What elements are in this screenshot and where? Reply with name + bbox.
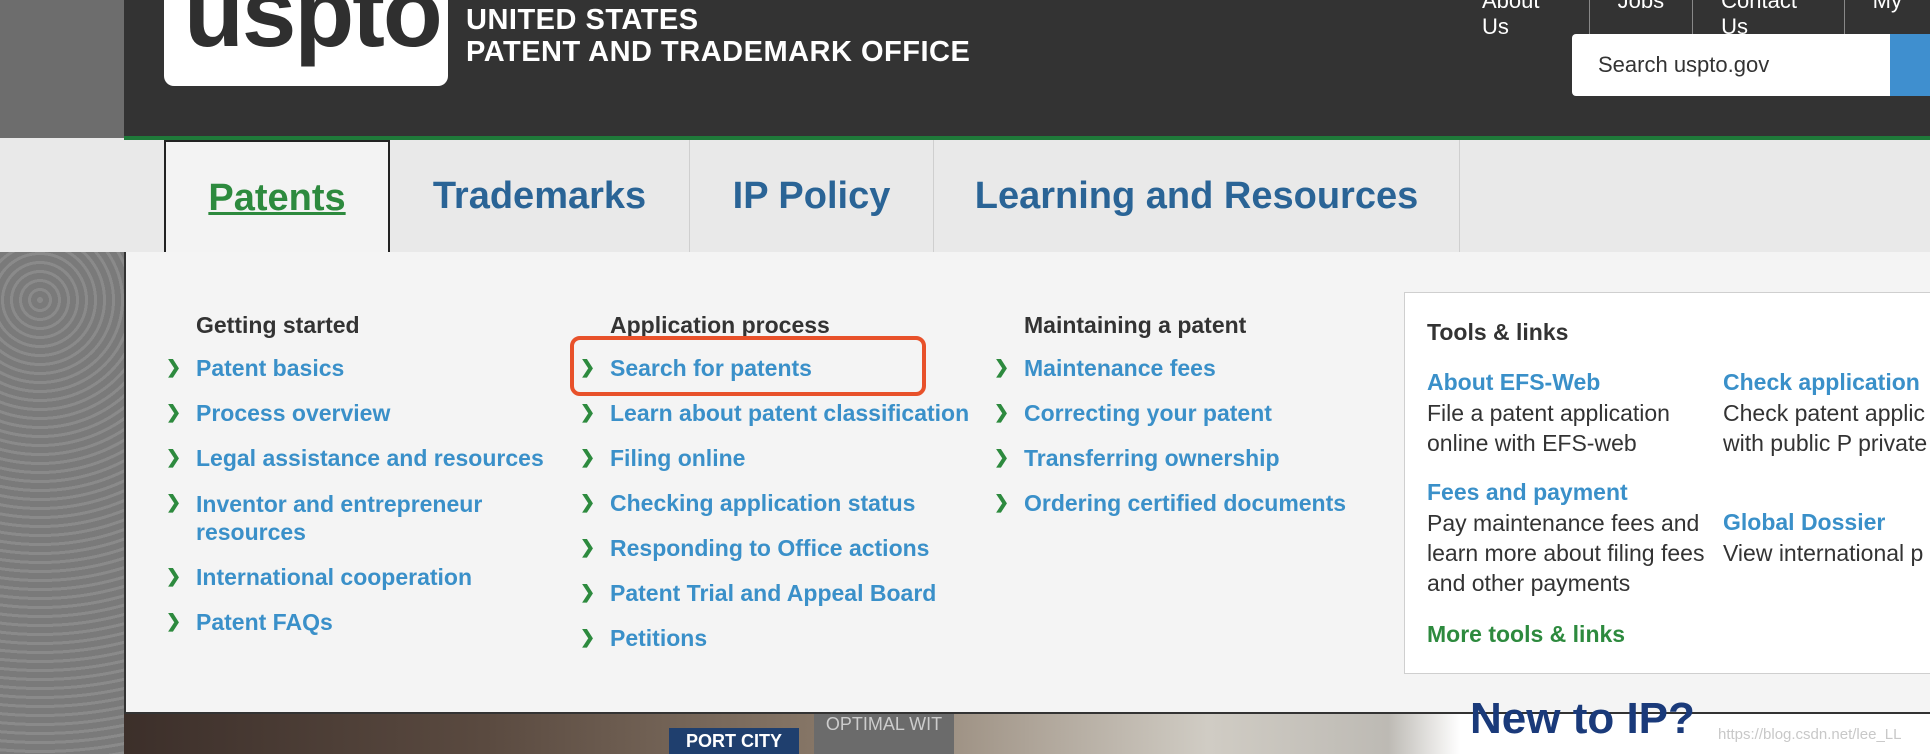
tab-learning-resources[interactable]: Learning and Resources [934, 140, 1460, 252]
chevron-right-icon: ❯ [580, 627, 596, 647]
background-sign: PORT CITY [669, 728, 799, 754]
search-input[interactable]: Search uspto.gov [1572, 34, 1892, 96]
tool-item: Fees and payment Pay maintenance fees an… [1427, 479, 1717, 598]
search-button[interactable] [1890, 34, 1930, 96]
column-title: Application process [610, 312, 830, 338]
tool-link[interactable]: About EFS-Web [1427, 369, 1717, 396]
tool-description: View international p filings [1723, 540, 1930, 566]
menu-link[interactable]: ❯ International cooperation [166, 564, 544, 591]
menu-link[interactable]: ❯ Process overview [166, 400, 544, 427]
tool-link[interactable]: Global Dossier [1723, 509, 1930, 536]
menu-link[interactable]: ❯ Responding to Office actions [580, 535, 969, 562]
menu-link[interactable]: ❯ Patent Trial and Appeal Board [580, 580, 969, 607]
tool-description: Pay maintenance fees and learn more abou… [1427, 510, 1705, 596]
tool-item: Global Dossier View international p fili… [1723, 509, 1930, 568]
chevron-right-icon: ❯ [580, 402, 596, 422]
chevron-right-icon: ❯ [580, 537, 596, 557]
uspto-logo[interactable]: uspto [164, 0, 448, 86]
menu-link[interactable]: ❯ Legal assistance and resources [166, 445, 544, 472]
chevron-right-icon: ❯ [166, 611, 182, 631]
site-header: uspto UNITED STATES PATENT AND TRADEMARK… [124, 0, 1930, 140]
menu-link[interactable]: ❯ Correcting your patent [994, 400, 1346, 427]
tools-links-box: Tools & links About EFS-Web File a paten… [1404, 292, 1930, 674]
util-link-about[interactable]: About Us [1454, 0, 1589, 40]
tool-item: About EFS-Web File a patent application … [1427, 369, 1717, 458]
menu-column-getting-started: Getting started ❯ Patent basics ❯ Process … [166, 312, 544, 654]
tools-title: Tools & links [1427, 319, 1569, 345]
new-to-ip-banner[interactable]: New to IP? [1470, 694, 1695, 744]
tool-item: Check application Check patent applic st… [1723, 369, 1930, 458]
column-title: Getting started [196, 312, 360, 338]
menu-link[interactable]: ❯ Patent basics [166, 355, 544, 382]
menu-link[interactable]: ❯ Patent FAQs [166, 609, 544, 636]
tab-trademarks[interactable]: Trademarks [390, 140, 690, 252]
chevron-right-icon: ❯ [994, 447, 1010, 467]
main-nav-tabs: Patents Trademarks IP Policy Learning an… [124, 140, 1930, 254]
chevron-right-icon: ❯ [166, 566, 182, 586]
chevron-right-icon: ❯ [580, 447, 596, 467]
menu-link[interactable]: ❯ Maintenance fees [994, 355, 1346, 382]
menu-column-maintaining: Maintaining a patent ❯ Maintenance fees ❯… [994, 312, 1346, 535]
background-sign-2: OPTIMAL WIT [814, 714, 954, 754]
background-left-top [0, 0, 124, 138]
tool-link[interactable]: Check application [1723, 369, 1930, 396]
chevron-right-icon: ❯ [166, 447, 182, 467]
chevron-right-icon: ❯ [994, 402, 1010, 422]
tool-description: File a patent application online with EF… [1427, 400, 1670, 456]
chevron-right-icon: ❯ [166, 492, 182, 512]
menu-link[interactable]: ❯ Inventor and entrepreneur resources [166, 490, 526, 546]
chevron-right-icon: ❯ [994, 357, 1010, 377]
menu-link[interactable]: ❯ Learn about patent classification [580, 400, 969, 427]
org-line1: UNITED STATES [466, 4, 699, 36]
tab-ip-policy[interactable]: IP Policy [690, 140, 934, 252]
chevron-right-icon: ❯ [580, 492, 596, 512]
menu-link[interactable]: ❯ Checking application status [580, 490, 969, 517]
chevron-right-icon: ❯ [580, 582, 596, 602]
highlight-annotation [570, 336, 926, 396]
tool-description: Check patent applic status with public P… [1723, 400, 1930, 456]
column-title: Maintaining a patent [1024, 312, 1247, 338]
menu-link[interactable]: ❯ Petitions [580, 625, 969, 652]
chevron-right-icon: ❯ [166, 402, 182, 422]
background-left-band [0, 138, 124, 252]
menu-link[interactable]: ❯ Filing online [580, 445, 969, 472]
logo-text: uspto [184, 0, 443, 67]
organization-name: UNITED STATES PATENT AND TRADEMARK OFFIC… [466, 4, 970, 68]
org-line2: PATENT AND TRADEMARK OFFICE [466, 36, 971, 68]
chevron-right-icon: ❯ [166, 357, 182, 377]
menu-link[interactable]: ❯ Ordering certified documents [994, 490, 1346, 517]
chevron-right-icon: ❯ [994, 492, 1010, 512]
watermark: https://blog.csdn.net/lee_LL [1718, 726, 1902, 743]
tool-link[interactable]: Fees and payment [1427, 479, 1717, 506]
more-tools-link[interactable]: More tools & links [1427, 621, 1625, 648]
menu-link[interactable]: ❯ Transferring ownership [994, 445, 1346, 472]
tab-patents[interactable]: Patents [164, 140, 390, 254]
